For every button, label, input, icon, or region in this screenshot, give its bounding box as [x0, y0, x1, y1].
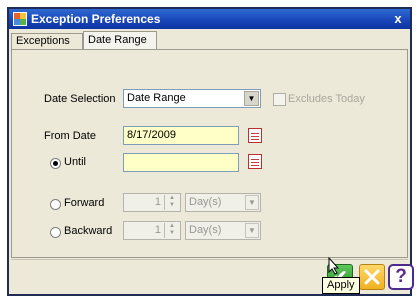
backward-value: 1 — [154, 224, 161, 236]
excludes-today-checkbox[interactable] — [273, 93, 286, 106]
from-date-label: From Date — [44, 130, 96, 142]
date-selection-value: Date Range — [127, 92, 186, 104]
cancel-x-icon — [364, 269, 380, 285]
until-radio[interactable] — [50, 158, 61, 169]
backward-unit-dropdown[interactable]: Day(s) ▼ — [185, 221, 261, 240]
forward-radio[interactable] — [50, 199, 61, 210]
backward-radio[interactable] — [50, 227, 61, 238]
mouse-cursor-icon — [328, 257, 340, 275]
excludes-today-label: Excludes Today — [288, 93, 365, 105]
from-date-field[interactable]: 8/17/2009 — [123, 126, 239, 145]
backward-label: Backward — [64, 225, 113, 237]
exception-preferences-window: Exception Preferences x Exceptions Date … — [7, 7, 414, 296]
forward-label: Forward — [64, 197, 105, 209]
help-button[interactable]: ? — [388, 264, 414, 290]
chevron-down-icon[interactable]: ▼ — [245, 195, 259, 210]
cancel-button[interactable] — [359, 264, 385, 290]
app-icon — [13, 12, 27, 26]
tab-strip: Exceptions Date Range — [9, 31, 410, 49]
chevron-down-icon[interactable]: ▼ — [245, 223, 259, 238]
until-date-field[interactable] — [123, 153, 239, 172]
forward-value: 1 — [154, 196, 161, 208]
spin-arrows-icon[interactable]: ▲ ▼ — [164, 223, 179, 238]
window-title: Exception Preferences — [31, 12, 161, 26]
apply-tooltip: Apply — [322, 277, 360, 294]
until-label: Until — [64, 156, 87, 168]
backward-unit-value: Day(s) — [189, 224, 222, 236]
forward-unit-dropdown[interactable]: Day(s) ▼ — [185, 193, 261, 212]
calendar-icon[interactable] — [248, 128, 262, 143]
date-range-panel: Date Selection Date Range ▼ Excludes Tod… — [11, 49, 408, 258]
date-selection-label: Date Selection — [44, 93, 116, 105]
tab-date-range[interactable]: Date Range — [83, 31, 157, 49]
calendar-icon[interactable] — [248, 154, 262, 169]
from-date-value: 8/17/2009 — [127, 129, 176, 141]
tab-exceptions[interactable]: Exceptions — [11, 33, 83, 49]
forward-stepper[interactable]: 1 ▲ ▼ — [123, 193, 181, 212]
close-button[interactable]: x — [390, 11, 406, 27]
backward-stepper[interactable]: 1 ▲ ▼ — [123, 221, 181, 240]
date-selection-dropdown[interactable]: Date Range ▼ — [123, 89, 261, 108]
title-bar[interactable]: Exception Preferences x — [9, 9, 410, 29]
spin-arrows-icon[interactable]: ▲ ▼ — [164, 195, 179, 210]
chevron-down-icon[interactable]: ▼ — [244, 91, 259, 106]
forward-unit-value: Day(s) — [189, 196, 222, 208]
